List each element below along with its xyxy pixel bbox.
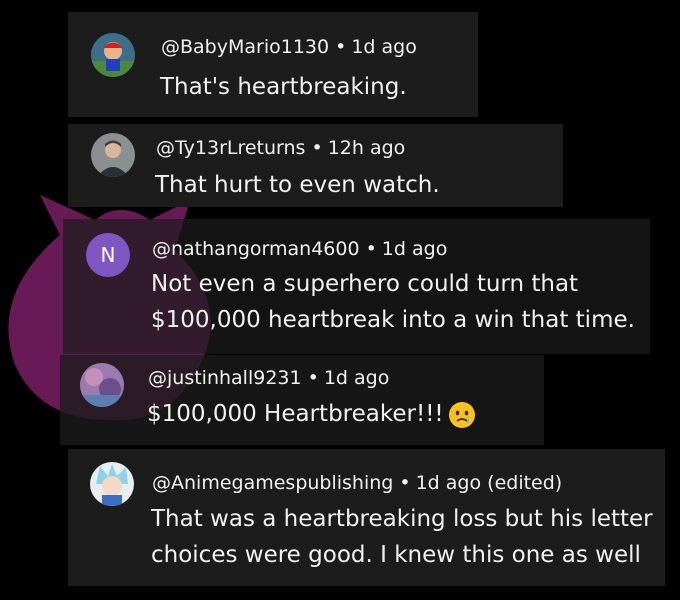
- separator-dot: •: [307, 367, 319, 389]
- edited-label: (edited): [487, 472, 563, 494]
- comment-text: $100,000 Heartbreaker!!!: [147, 396, 476, 432]
- comment-line: That was a heartbreaking loss but his le…: [151, 506, 653, 532]
- comment-username[interactable]: @Ty13rLreturns: [156, 137, 305, 159]
- comment-username[interactable]: @justinhall9231: [148, 367, 302, 389]
- anime-avatar[interactable]: [90, 462, 134, 506]
- comment-line: That's heartbreaking.: [160, 74, 407, 100]
- comment-card: @Animegamespublishing • 1d ago (edited) Th…: [68, 449, 665, 586]
- comment-meta: @nathangorman4600 • 1d ago: [152, 238, 447, 260]
- comment-line: $100,000 heartbreak into a win that time…: [151, 307, 635, 333]
- comment-line: $100,000 Heartbreaker!!!: [147, 401, 444, 427]
- comment-time: 1d ago: [381, 238, 448, 260]
- photo-avatar[interactable]: [91, 133, 135, 177]
- comment-meta: @BabyMario1130 • 1d ago: [161, 36, 417, 58]
- comment-username[interactable]: @BabyMario1130: [161, 36, 329, 58]
- comment-text: That's heartbreaking.: [160, 69, 407, 105]
- separator-dot: •: [311, 137, 323, 159]
- comment-card: @BabyMario1130 • 1d ago That's heartbreaki…: [68, 12, 478, 117]
- comment-line: Not even a superhero could turn that: [151, 271, 579, 297]
- comment-time: 1d ago: [351, 36, 417, 58]
- comment-text: Not even a superhero could turn that $10…: [151, 266, 635, 338]
- comment-meta: @Animegamespublishing • 1d ago (edited): [152, 472, 562, 494]
- avatar-letter: N: [100, 243, 116, 267]
- comment-username[interactable]: @Animegamespublishing: [152, 472, 393, 494]
- crying-face-emoji: [448, 401, 475, 428]
- separator-dot: •: [335, 36, 347, 58]
- comment-text: That hurt to even watch.: [155, 167, 440, 203]
- comment-time: 1d ago: [415, 472, 482, 494]
- comment-text: That was a heartbreaking loss but his le…: [151, 501, 653, 573]
- letter-avatar[interactable]: N: [86, 233, 130, 277]
- separator-dot: •: [399, 472, 411, 494]
- comment-meta: @justinhall9231 • 1d ago: [148, 367, 389, 389]
- comment-time: 12h ago: [327, 137, 406, 159]
- comment-card: @justinhall9231 • 1d ago $100,000 Heartbre…: [60, 355, 544, 445]
- comment-line: That hurt to even watch.: [155, 172, 440, 198]
- comment-card: N @nathangorman4600 • 1d ago Not even a su…: [63, 219, 650, 354]
- comment-meta: @Ty13rLreturns • 12h ago: [156, 137, 405, 159]
- comment-card: @Ty13rLreturns • 12h ago That hurt to even…: [68, 124, 563, 207]
- mario-avatar[interactable]: [91, 33, 135, 77]
- comment-line: choices were good. I knew this one as we…: [151, 542, 641, 568]
- art-avatar[interactable]: [80, 363, 124, 407]
- separator-dot: •: [365, 238, 377, 260]
- comment-time: 1d ago: [323, 367, 390, 389]
- comment-username[interactable]: @nathangorman4600: [152, 238, 360, 260]
